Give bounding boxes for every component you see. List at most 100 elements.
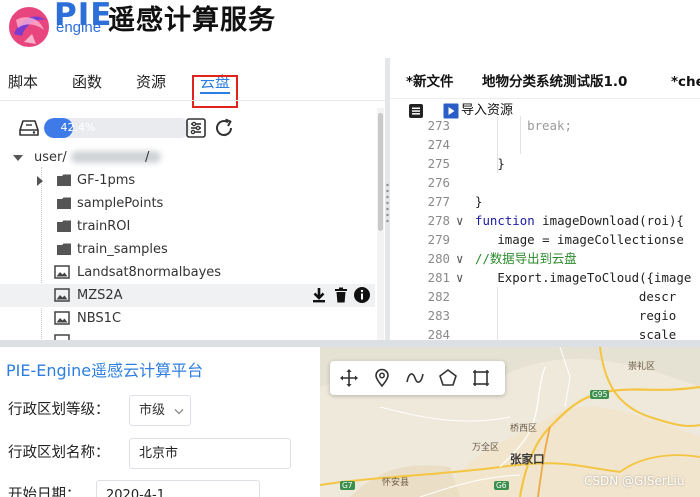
fold-chevron-icon[interactable]: ∨	[456, 249, 468, 268]
tab-functions[interactable]: 函数	[72, 72, 102, 92]
drag-handle-icon[interactable]	[386, 182, 389, 224]
code-area[interactable]: 273 break; 274 275} 276 277} 278 ∨ function imag…	[390, 116, 700, 340]
line-number: 275	[427, 156, 450, 171]
editor-tab-new-file[interactable]: *新文件	[406, 73, 454, 91]
disk-icon	[19, 120, 39, 136]
line-number: 284	[427, 327, 450, 340]
code-line[interactable]: 274	[390, 135, 700, 154]
code-text: image = imageCollectionse	[497, 232, 684, 247]
line-number: 280	[427, 251, 450, 266]
line-number: 282	[427, 289, 450, 304]
admin-name-label: 行政区划名称：	[8, 445, 110, 461]
tree-root[interactable]: user/ /	[0, 146, 375, 169]
logo-mark-icon	[7, 5, 51, 49]
start-date-label: 开始日期：	[8, 487, 81, 497]
app-form-panel: PIE-Engine遥感云计算平台 行政区划等级： 市级 行政区划名称： 北京市…	[0, 347, 320, 497]
tree-scrollbar-thumb[interactable]	[378, 113, 383, 231]
code-text: Export.imageToCloud({image	[497, 270, 692, 285]
code-line[interactable]: 273 break;	[390, 116, 700, 135]
tree-item-label: NBS1C	[77, 311, 122, 326]
admin-level-label: 行政区划等级：	[8, 402, 110, 418]
tree-item[interactable]: samplePoints	[0, 192, 375, 215]
quota-progress-bar: 42.4%	[44, 118, 190, 138]
trash-icon[interactable]	[332, 286, 350, 304]
tree-item[interactable]	[0, 330, 375, 340]
panel-splitter-horizontal[interactable]	[0, 340, 700, 347]
map-road-badge: G7	[340, 481, 355, 490]
rectangle-icon[interactable]	[470, 367, 492, 389]
code-line[interactable]: 275}	[390, 154, 700, 173]
polygon-icon[interactable]	[437, 367, 459, 389]
admin-level-value: 市级	[139, 403, 166, 418]
folder-icon	[57, 197, 71, 209]
fold-chevron-icon[interactable]: ∨	[456, 211, 468, 230]
tree-item[interactable]: train_samples	[0, 238, 375, 261]
code-line[interactable]: 278 ∨ function imageDownload(roi){	[390, 211, 700, 230]
start-date-input[interactable]: 2020-4-1	[96, 480, 260, 497]
image-file-icon	[54, 265, 70, 279]
tabs-divider	[0, 100, 385, 101]
code-line[interactable]: 280 ∨ //数据导出到云盘	[390, 249, 700, 268]
tree-item[interactable]: GF-1pms	[0, 169, 375, 192]
line-number: 281	[427, 270, 450, 285]
code-text: }	[475, 194, 483, 209]
tree-item[interactable]: NBS1C	[0, 307, 375, 330]
map-view[interactable]: 崇礼区 桥西区 万全区 张家口 怀安县 G95 G7 G6 CSDN @GISe…	[320, 347, 700, 497]
image-file-icon	[54, 288, 70, 302]
editor-tabs: *新文件 地物分类系统测试版1.0 *che	[390, 68, 700, 94]
download-icon[interactable]	[310, 286, 328, 304]
file-tree: user/ / GF-1pms samplePoints trainROI tr…	[0, 146, 378, 340]
code-text: regio	[638, 308, 677, 323]
tree-item-label: trainROI	[77, 219, 131, 234]
code-line[interactable]: 283 regio	[390, 306, 700, 325]
map-place-label: 怀安县	[382, 478, 410, 488]
tree-item[interactable]: trainROI	[0, 215, 375, 238]
fold-chevron-icon[interactable]: ∨	[456, 268, 468, 287]
chevron-down-icon	[174, 409, 184, 415]
folder-icon	[57, 220, 71, 232]
caret-down-icon[interactable]	[12, 152, 24, 164]
code-text: }	[497, 156, 505, 171]
line-number: 274	[427, 137, 450, 152]
indent-guide	[497, 116, 499, 173]
admin-name-input[interactable]: 北京市	[129, 438, 291, 469]
line-number: 283	[427, 308, 450, 323]
indent-guide	[497, 287, 499, 340]
folder-icon	[57, 174, 71, 186]
line-number: 273	[427, 118, 450, 133]
code-line[interactable]: 281 ∨ Export.imageToCloud({image	[390, 268, 700, 287]
quota-percent: 42.4%	[60, 121, 96, 134]
code-line[interactable]: 284 scale	[390, 325, 700, 340]
map-road-badge: G6	[494, 481, 509, 490]
line-icon[interactable]	[404, 367, 426, 389]
watermark-text: CSDN @GISerLiu	[584, 474, 685, 488]
code-line[interactable]: 279 image = imageCollectionse	[390, 230, 700, 249]
code-text: break;	[527, 118, 572, 133]
editor-tab-che[interactable]: *che	[671, 73, 700, 91]
form-title: PIE-Engine遥感云计算平台	[6, 361, 204, 380]
code-line[interactable]: 276	[390, 173, 700, 192]
tree-root-suffix: /	[145, 150, 150, 165]
tree-item[interactable]: Landsat8normalbayes	[0, 261, 375, 284]
list-settings-icon[interactable]	[184, 116, 208, 140]
code-text: function imageDownload(roi){	[475, 211, 684, 230]
map-place-label: 万全区	[472, 443, 500, 453]
editor-tab-classification[interactable]: 地物分类系统测试版1.0	[482, 73, 627, 91]
move-icon[interactable]	[338, 367, 360, 389]
tree-item-selected[interactable]: MZS2A	[0, 284, 375, 307]
app-root: PIE engine 遥感计算服务 脚本 函数 资源 云盘 42.4% user…	[0, 0, 700, 497]
code-editor-panel: *新文件 地物分类系统测试版1.0 *che 导入资源 273break;274…	[390, 58, 700, 340]
tree-root-label: user/	[34, 150, 67, 165]
caret-right-icon[interactable]	[34, 175, 46, 187]
point-icon[interactable]	[371, 367, 393, 389]
keyword-token: function	[475, 213, 535, 228]
admin-level-select[interactable]: 市级	[129, 395, 191, 426]
refresh-icon[interactable]	[212, 116, 236, 140]
tab-scripts[interactable]: 脚本	[8, 72, 38, 92]
tree-item-label: Landsat8normalbayes	[77, 265, 222, 280]
draw-toolbar	[330, 361, 505, 395]
tab-resources[interactable]: 资源	[136, 72, 166, 92]
code-line[interactable]: 277}	[390, 192, 700, 211]
code-line[interactable]: 282 descr	[390, 287, 700, 306]
info-icon[interactable]	[353, 286, 371, 304]
